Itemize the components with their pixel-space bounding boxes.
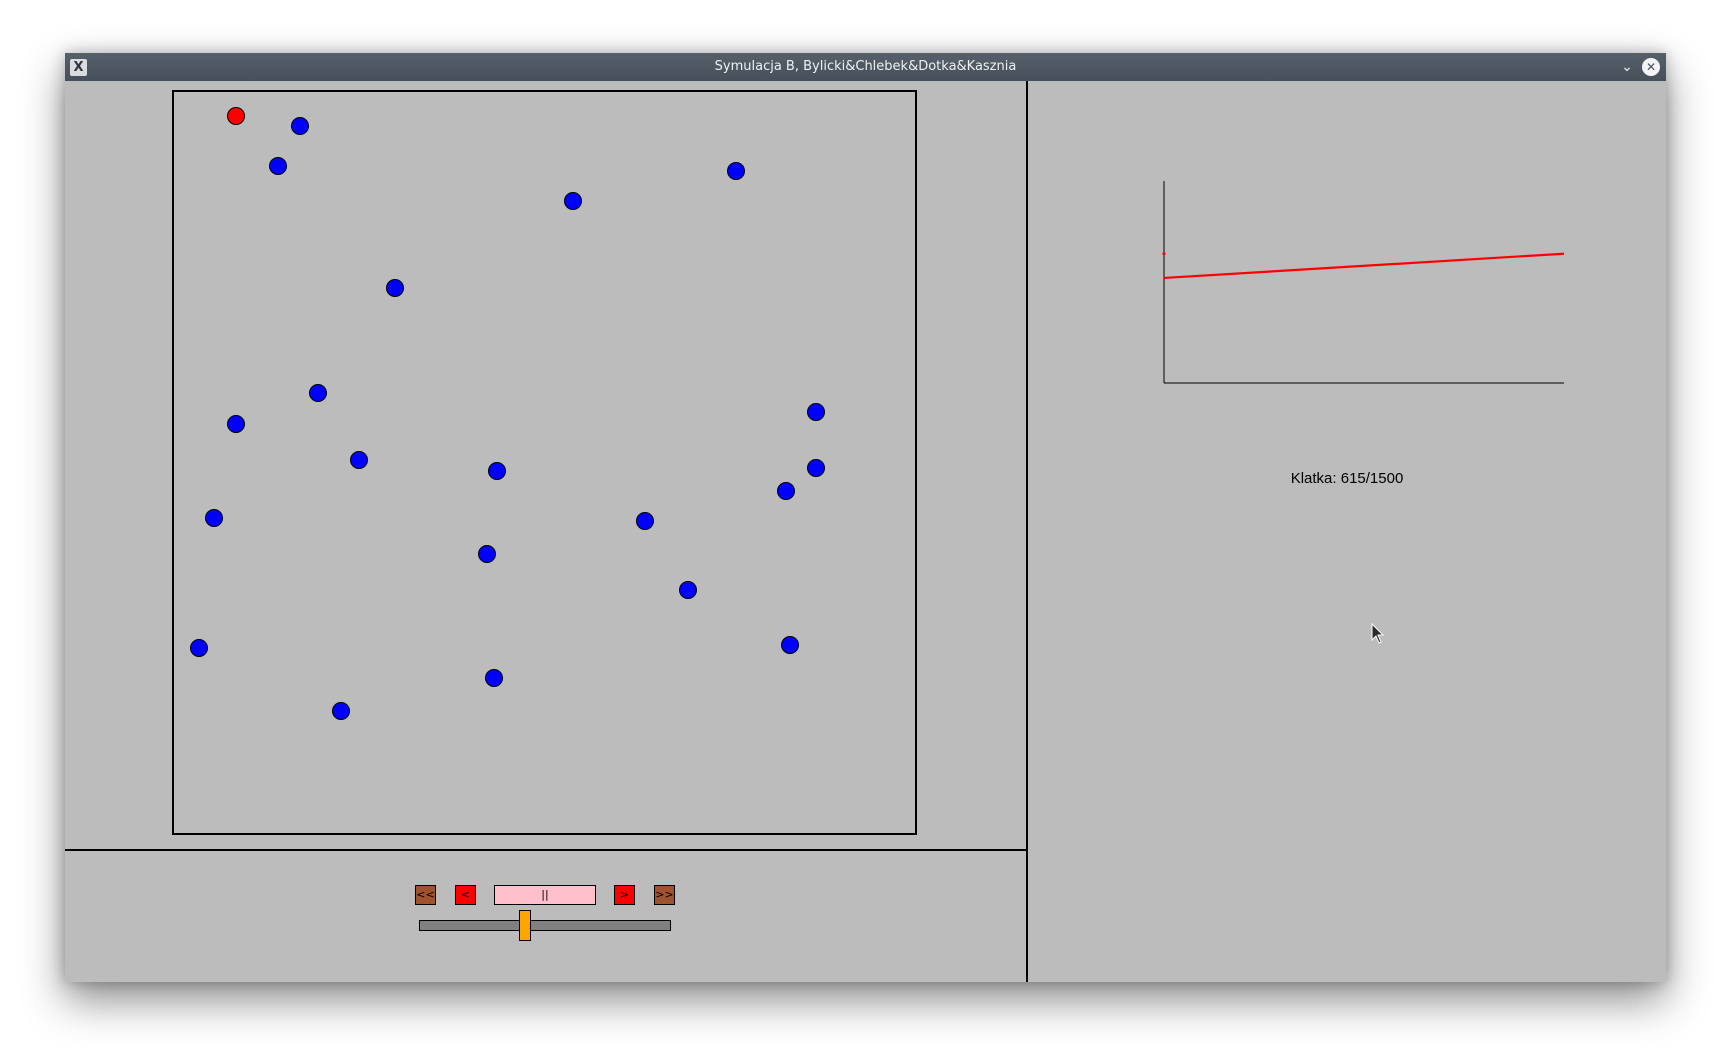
- particle: [309, 384, 327, 402]
- frame-slider-track[interactable]: [419, 920, 671, 931]
- particle: [205, 509, 223, 527]
- minimize-button[interactable]: ⌄: [1617, 53, 1637, 81]
- pause-button[interactable]: ||: [494, 885, 596, 905]
- particle: [190, 639, 208, 657]
- title-bar[interactable]: X Symulacja B, Bylicki&Chlebek&Dotka&Kas…: [65, 53, 1666, 81]
- series-start-marker: [1162, 252, 1166, 256]
- particle: [350, 451, 368, 469]
- window-title: Symulacja B, Bylicki&Chlebek&Dotka&Kaszn…: [714, 59, 1017, 74]
- simulation-panel: [65, 81, 1026, 849]
- frame-slider-thumb[interactable]: [519, 910, 532, 941]
- rewind-button[interactable]: <<: [415, 885, 436, 905]
- close-button[interactable]: ✕: [1642, 58, 1660, 76]
- particle: [807, 403, 825, 421]
- step-back-button[interactable]: <: [455, 885, 476, 905]
- line-chart: [1162, 181, 1565, 384]
- particle: [636, 512, 654, 530]
- particle: [807, 459, 825, 477]
- particle: [777, 482, 795, 500]
- playback-controls: << < || > >>: [65, 851, 1026, 982]
- particle: [564, 192, 582, 210]
- chart-panel: Klatka: 615/1500: [1028, 81, 1666, 982]
- particle: [269, 157, 287, 175]
- mouse-cursor-icon: [1371, 623, 1385, 644]
- particle: [781, 636, 799, 654]
- particle: [679, 581, 697, 599]
- particle: [227, 415, 245, 433]
- series-line: [1163, 252, 1565, 280]
- particle: [488, 462, 506, 480]
- fast-forward-button[interactable]: >>: [654, 885, 675, 905]
- step-forward-button[interactable]: >: [614, 885, 635, 905]
- highlighted-particle: [227, 107, 245, 125]
- particle: [291, 117, 309, 135]
- particle: [332, 702, 350, 720]
- app-window: X Symulacja B, Bylicki&Chlebek&Dotka&Kas…: [65, 53, 1666, 982]
- window-content: << < || > >> Klatka: 615/1500: [65, 81, 1666, 982]
- particle: [478, 545, 496, 563]
- simulation-box: [172, 90, 917, 835]
- particle: [386, 279, 404, 297]
- frame-counter: Klatka: 615/1500: [1290, 470, 1404, 487]
- particle: [485, 669, 503, 687]
- particle: [727, 162, 745, 180]
